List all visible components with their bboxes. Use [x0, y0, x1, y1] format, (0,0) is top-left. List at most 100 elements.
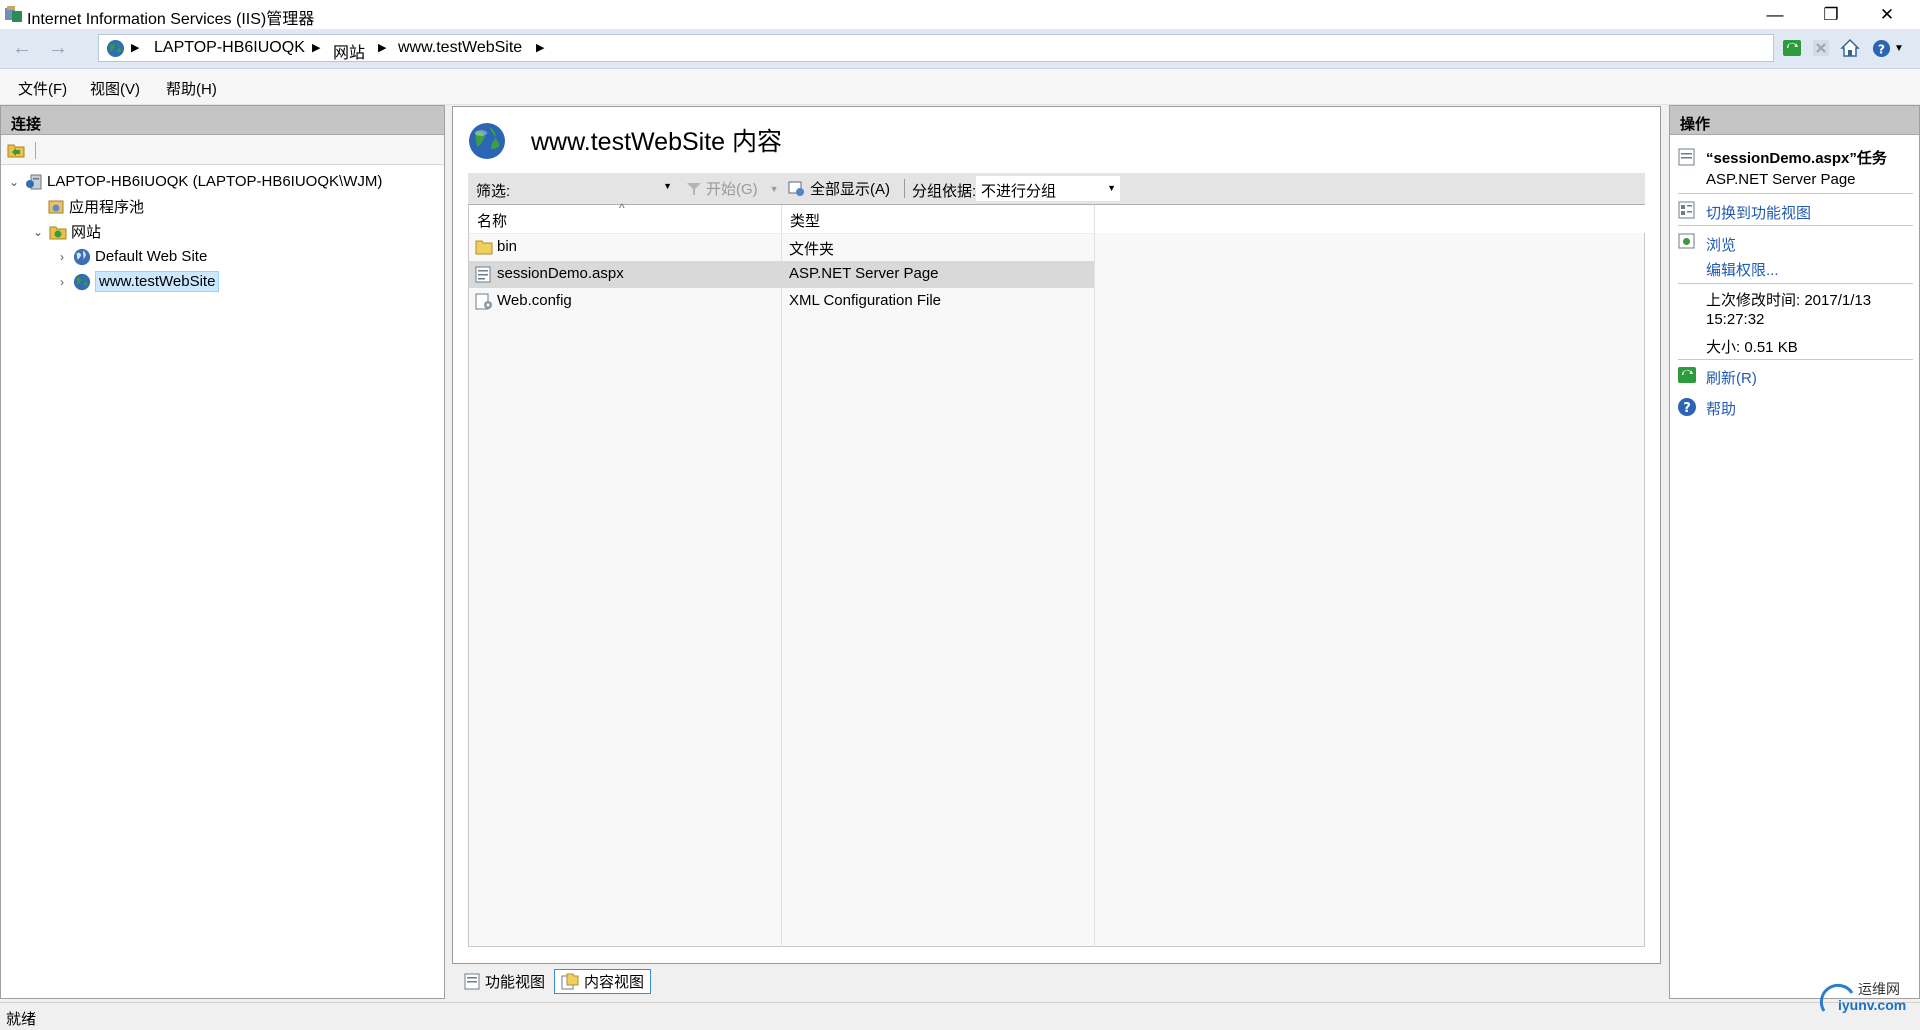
- connections-toolbar: [1, 135, 444, 165]
- breadcrumb-arrow-icon[interactable]: ▶: [312, 41, 320, 54]
- home-toolbar-icon[interactable]: [1838, 35, 1862, 61]
- divider: [1678, 359, 1913, 360]
- list-item-bin[interactable]: bin 文件夹: [469, 234, 1094, 261]
- sites-folder-icon: [49, 226, 67, 239]
- help-icon: ?: [1678, 398, 1696, 416]
- address-bar[interactable]: ▶ LAPTOP-HB6IUOQK ▶ 网站 ▶ www.testWebSite…: [98, 34, 1774, 62]
- actions-panel: 操作 “sessionDemo.aspx”任务 ASP.NET Server P…: [1669, 105, 1920, 999]
- dropdown-arrow-icon[interactable]: ▼: [1107, 183, 1116, 193]
- column-header-type[interactable]: 类型: [782, 205, 1094, 233]
- collapse-chevron-icon[interactable]: ⌄: [7, 175, 21, 189]
- content-list: 名称 ^ 类型 bin 文件夹 sessionDemo.aspx ASP.NET…: [468, 201, 1646, 947]
- expand-chevron-icon[interactable]: ›: [55, 250, 69, 264]
- item-name: bin: [497, 238, 518, 255]
- column-divider: [781, 205, 782, 947]
- help-link[interactable]: 帮助: [1706, 398, 1920, 419]
- collapse-chevron-icon[interactable]: ⌄: [31, 225, 45, 239]
- task-title: “sessionDemo.aspx”任务: [1706, 150, 1887, 167]
- toolbar-divider: [35, 142, 36, 159]
- breadcrumb-arrow-icon[interactable]: ▶: [536, 41, 544, 54]
- view-tabs: 功能视图 内容视图: [452, 964, 1661, 999]
- stop-toolbar-icon[interactable]: [1809, 35, 1833, 61]
- breadcrumb-arrow-icon[interactable]: ▶: [378, 41, 386, 54]
- column-divider: [1094, 205, 1095, 947]
- connections-panel: 连接 ⌄ LAPTOP-HB6IUOQK (LAPTOP-HB6IUOQK\WJ…: [0, 105, 445, 999]
- tree-label-test-site: www.testWebSite: [95, 271, 220, 292]
- tab-features-view[interactable]: 功能视图: [460, 969, 549, 994]
- breadcrumb-sites[interactable]: 网站: [333, 39, 365, 63]
- config-file-icon: [475, 293, 492, 310]
- menu-bar: 文件(F) 视图(V) 帮助(H): [0, 69, 1920, 105]
- tree-label-app-pools: 应用程序池: [69, 199, 145, 216]
- connections-header: 连接: [1, 106, 444, 135]
- show-all-button[interactable]: 全部显示(A): [788, 176, 900, 201]
- watermark-logo: 运维网 iyunv.com: [1818, 977, 1918, 1027]
- file-size: 大小: 0.51 KB: [1706, 339, 1798, 356]
- menu-view[interactable]: 视图(V): [90, 78, 140, 99]
- aspx-file-icon: [475, 266, 491, 283]
- item-name: sessionDemo.aspx: [497, 265, 624, 282]
- breadcrumb-site[interactable]: www.testWebSite: [398, 39, 522, 57]
- tab-content-view[interactable]: 内容视图: [554, 969, 652, 994]
- tree-label-server: LAPTOP-HB6IUOQK (LAPTOP-HB6IUOQK\WJM): [47, 173, 383, 190]
- group-by-label: 分组依据:: [912, 183, 977, 200]
- tree-label-default-site: Default Web Site: [95, 248, 208, 265]
- sort-ascending-icon: ^: [619, 201, 625, 215]
- tree-node-app-pools[interactable]: 应用程序池: [43, 194, 144, 219]
- show-all-icon: [788, 181, 804, 196]
- menu-help[interactable]: 帮助(H): [166, 78, 217, 99]
- tree-node-sites[interactable]: ⌄ 网站: [31, 219, 101, 244]
- back-arrow-icon[interactable]: ←: [4, 35, 40, 61]
- task-subtitle: ASP.NET Server Page: [1706, 171, 1856, 188]
- connect-icon[interactable]: [7, 141, 25, 158]
- page-task-icon: [1678, 148, 1695, 166]
- tree-node-server[interactable]: ⌄ LAPTOP-HB6IUOQK (LAPTOP-HB6IUOQK\WJM): [7, 169, 382, 194]
- edit-permissions-link[interactable]: 编辑权限...: [1706, 259, 1920, 280]
- content-view-icon: [561, 973, 579, 990]
- svg-text:?: ?: [1683, 401, 1691, 416]
- dropdown-arrow-icon[interactable]: ▼: [663, 181, 672, 191]
- switch-to-features-link[interactable]: 切换到功能视图: [1706, 202, 1920, 223]
- features-view-icon: [464, 973, 480, 990]
- status-text: 就绪: [6, 1011, 37, 1028]
- help-dropdown-icon[interactable]: ? ▼: [1870, 35, 1906, 61]
- list-item-session-demo[interactable]: sessionDemo.aspx ASP.NET Server Page: [469, 261, 1094, 288]
- menu-file[interactable]: 文件(F): [18, 78, 67, 99]
- breadcrumb-arrow-icon[interactable]: ▶: [131, 41, 139, 54]
- group-by-select[interactable]: 不进行分组 ▼: [976, 176, 1120, 201]
- forward-arrow-icon[interactable]: →: [40, 35, 76, 61]
- start-button[interactable]: 开始(G) ▼: [686, 176, 782, 201]
- globe-icon: [73, 273, 91, 290]
- filter-input[interactable]: ▼: [516, 176, 676, 201]
- iis-app-icon: [5, 6, 22, 22]
- divider: [1678, 225, 1913, 226]
- minimize-button[interactable]: —: [1747, 0, 1803, 29]
- tree-node-default-site[interactable]: › Default Web Site: [55, 244, 207, 269]
- column-header-name[interactable]: 名称 ^: [469, 201, 782, 233]
- item-type: 文件夹: [789, 241, 835, 258]
- folder-icon: [475, 240, 493, 255]
- breadcrumb-server[interactable]: LAPTOP-HB6IUOQK: [154, 39, 305, 57]
- item-name: Web.config: [497, 292, 572, 309]
- filter-label: 筛选:: [476, 183, 511, 200]
- refresh-link[interactable]: 刷新(R): [1706, 367, 1920, 388]
- title-bar: Internet Information Services (IIS)管理器 —…: [0, 0, 1920, 29]
- page-title: www.testWebSite 内容: [531, 128, 783, 156]
- last-modified-time: 15:27:32: [1706, 311, 1765, 328]
- divider: [1678, 193, 1913, 194]
- refresh-icon: [1678, 367, 1696, 383]
- browse-link[interactable]: 浏览: [1706, 234, 1920, 255]
- close-button[interactable]: ✕: [1859, 0, 1915, 29]
- expand-chevron-icon[interactable]: ›: [55, 275, 69, 289]
- filter-bar: 筛选: ▼ 开始(G) ▼ 全部显示(A) 分组依据: 不进行分组 ▼: [468, 173, 1645, 205]
- list-item-web-config[interactable]: Web.config XML Configuration File: [469, 288, 1094, 315]
- globe-icon: [469, 123, 505, 159]
- server-icon: [26, 174, 42, 189]
- last-modified-label: 上次修改时间: 2017/1/13: [1706, 292, 1872, 309]
- tree-node-test-site[interactable]: › www.testWebSite: [55, 269, 220, 294]
- restore-button[interactable]: ❐: [1803, 0, 1859, 29]
- tree-label-sites: 网站: [71, 224, 102, 241]
- refresh-toolbar-icon[interactable]: [1780, 35, 1804, 61]
- browse-icon: [1678, 233, 1695, 249]
- dropdown-arrow-icon[interactable]: ▼: [770, 184, 779, 194]
